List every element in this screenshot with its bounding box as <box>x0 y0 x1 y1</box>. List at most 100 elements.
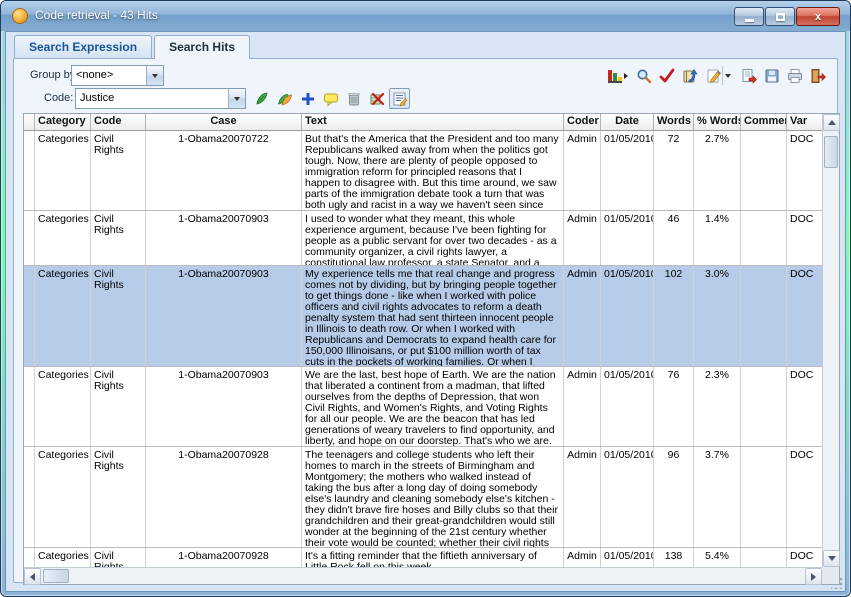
cell-text: We are the last, best hope of Earth. We … <box>302 367 564 446</box>
chart-analysis-button[interactable] <box>604 65 631 86</box>
cell-words: 46 <box>654 211 694 265</box>
search-hits-panel: Group by: <none> <box>13 58 838 583</box>
report-manager-button[interactable] <box>679 65 700 86</box>
export-page-icon <box>741 68 757 84</box>
cell-text: My experience tells me that real change … <box>302 266 564 366</box>
group-by-combobox[interactable]: <none> <box>71 65 164 86</box>
cell-case: 1-Obama20070928 <box>146 447 302 547</box>
scroll-right-button[interactable] <box>805 568 822 585</box>
cell-date: 01/05/2010 <box>601 548 654 567</box>
column-header-sel[interactable] <box>24 114 35 130</box>
column-header-comment[interactable]: Comment <box>741 114 787 130</box>
scroll-up-button[interactable] <box>823 114 840 131</box>
cell-case: 1-Obama20070903 <box>146 367 302 446</box>
scroll-down-button[interactable] <box>823 550 840 567</box>
edit-button[interactable] <box>702 65 736 86</box>
comment-button[interactable] <box>320 88 341 109</box>
cell-text: I used to wonder what they meant, this w… <box>302 211 564 265</box>
hits-table: CategoryCodeCaseTextCoderDateWords% Word… <box>23 113 840 585</box>
add-code-button[interactable] <box>251 88 272 109</box>
toggle-description-button[interactable] <box>389 88 410 109</box>
search-magnifier-icon <box>636 68 652 84</box>
cell-pwords: 2.7% <box>694 131 741 210</box>
remove-coding-x-icon <box>369 91 385 107</box>
code-value: Justice <box>76 89 228 108</box>
code-combobox[interactable]: Justice <box>75 88 246 109</box>
validate-button[interactable] <box>656 65 677 86</box>
column-header-code[interactable]: Code <box>91 114 146 130</box>
cell-code: Civil Rights <box>91 266 146 366</box>
table-row[interactable]: CategoriesCivil Rights1-Obama20070903I u… <box>24 211 822 266</box>
cell-code: Civil Rights <box>91 131 146 210</box>
cell-category: Categories <box>35 211 91 265</box>
cell-date: 01/05/2010 <box>601 211 654 265</box>
column-header-text[interactable]: Text <box>302 114 564 130</box>
close-button[interactable]: x <box>796 7 840 26</box>
scroll-left-button[interactable] <box>24 568 41 585</box>
app-icon <box>12 8 28 24</box>
minimize-button[interactable] <box>734 7 764 26</box>
cell-code: Civil Rights <box>91 211 146 265</box>
tab-search-hits[interactable]: Search Hits <box>154 35 250 59</box>
save-button[interactable] <box>761 65 782 86</box>
cell-sel <box>24 367 35 446</box>
delete-button[interactable] <box>343 88 364 109</box>
add-hit-button[interactable] <box>297 88 318 109</box>
table-row[interactable]: CategoriesCivil Rights1-Obama20070928The… <box>24 447 822 548</box>
horizontal-scrollbar[interactable] <box>24 567 822 584</box>
cell-coder: Admin <box>564 447 601 547</box>
exit-button[interactable] <box>807 65 828 86</box>
arrow-left-icon <box>30 573 35 581</box>
scrollbar-corner <box>822 567 839 584</box>
cell-category: Categories <box>35 367 91 446</box>
column-header-coder[interactable]: Coder <box>564 114 601 130</box>
maximize-button[interactable] <box>765 7 795 26</box>
cell-category: Categories <box>35 266 91 366</box>
export-button[interactable] <box>738 65 759 86</box>
table-row[interactable]: CategoriesCivil Rights1-Obama20070903We … <box>24 367 822 447</box>
cell-code: Civil Rights <box>91 367 146 446</box>
cell-words: 138 <box>654 548 694 567</box>
cell-comment <box>741 367 787 446</box>
remove-coding-button[interactable] <box>366 88 387 109</box>
add-code-feather-icon <box>254 91 270 107</box>
cell-category: Categories <box>35 131 91 210</box>
recode-button[interactable] <box>274 88 295 109</box>
tab-search-expression[interactable]: Search Expression <box>14 35 152 58</box>
cell-comment <box>741 131 787 210</box>
cell-sel <box>24 548 35 567</box>
horizontal-scroll-thumb[interactable] <box>43 569 69 583</box>
tab-strip: Search Expression Search Hits <box>14 35 252 59</box>
table-row[interactable]: CategoriesCivil Rights1-Obama20070722But… <box>24 131 822 211</box>
print-button[interactable] <box>784 65 805 86</box>
column-header-category[interactable]: Category <box>35 114 91 130</box>
close-icon: x <box>815 11 821 23</box>
trash-icon <box>346 91 362 107</box>
cell-pwords: 3.0% <box>694 266 741 366</box>
cell-case: 1-Obama20070903 <box>146 266 302 366</box>
column-header-words[interactable]: Words <box>654 114 694 130</box>
table-row[interactable]: CategoriesCivil Rights1-Obama20070928It'… <box>24 548 822 567</box>
cell-comment <box>741 548 787 567</box>
window-title: Code retrieval - 43 Hits <box>35 8 158 22</box>
vertical-scroll-thumb[interactable] <box>824 136 838 168</box>
main-toolbar <box>604 65 828 86</box>
column-header-case[interactable]: Case <box>146 114 302 130</box>
column-header-var[interactable]: Var <box>787 114 822 130</box>
column-header-pwords[interactable]: % Words <box>694 114 741 130</box>
table-body: CategoriesCivil Rights1-Obama20070722But… <box>24 131 822 567</box>
cell-date: 01/05/2010 <box>601 266 654 366</box>
code-dropdown-button[interactable] <box>228 89 245 108</box>
edit-dropdown-button[interactable] <box>722 66 733 85</box>
search-button[interactable] <box>633 65 654 86</box>
arrow-down-icon <box>828 556 836 561</box>
vertical-scrollbar[interactable] <box>822 114 839 567</box>
cell-case: 1-Obama20070722 <box>146 131 302 210</box>
cell-words: 102 <box>654 266 694 366</box>
group-by-dropdown-button[interactable] <box>146 66 163 85</box>
column-header-date[interactable]: Date <box>601 114 654 130</box>
cell-code: Civil Rights <box>91 548 146 567</box>
table-row[interactable]: CategoriesCivil Rights1-Obama20070903My … <box>24 266 822 367</box>
print-icon <box>787 68 803 84</box>
cell-pwords: 5.4% <box>694 548 741 567</box>
